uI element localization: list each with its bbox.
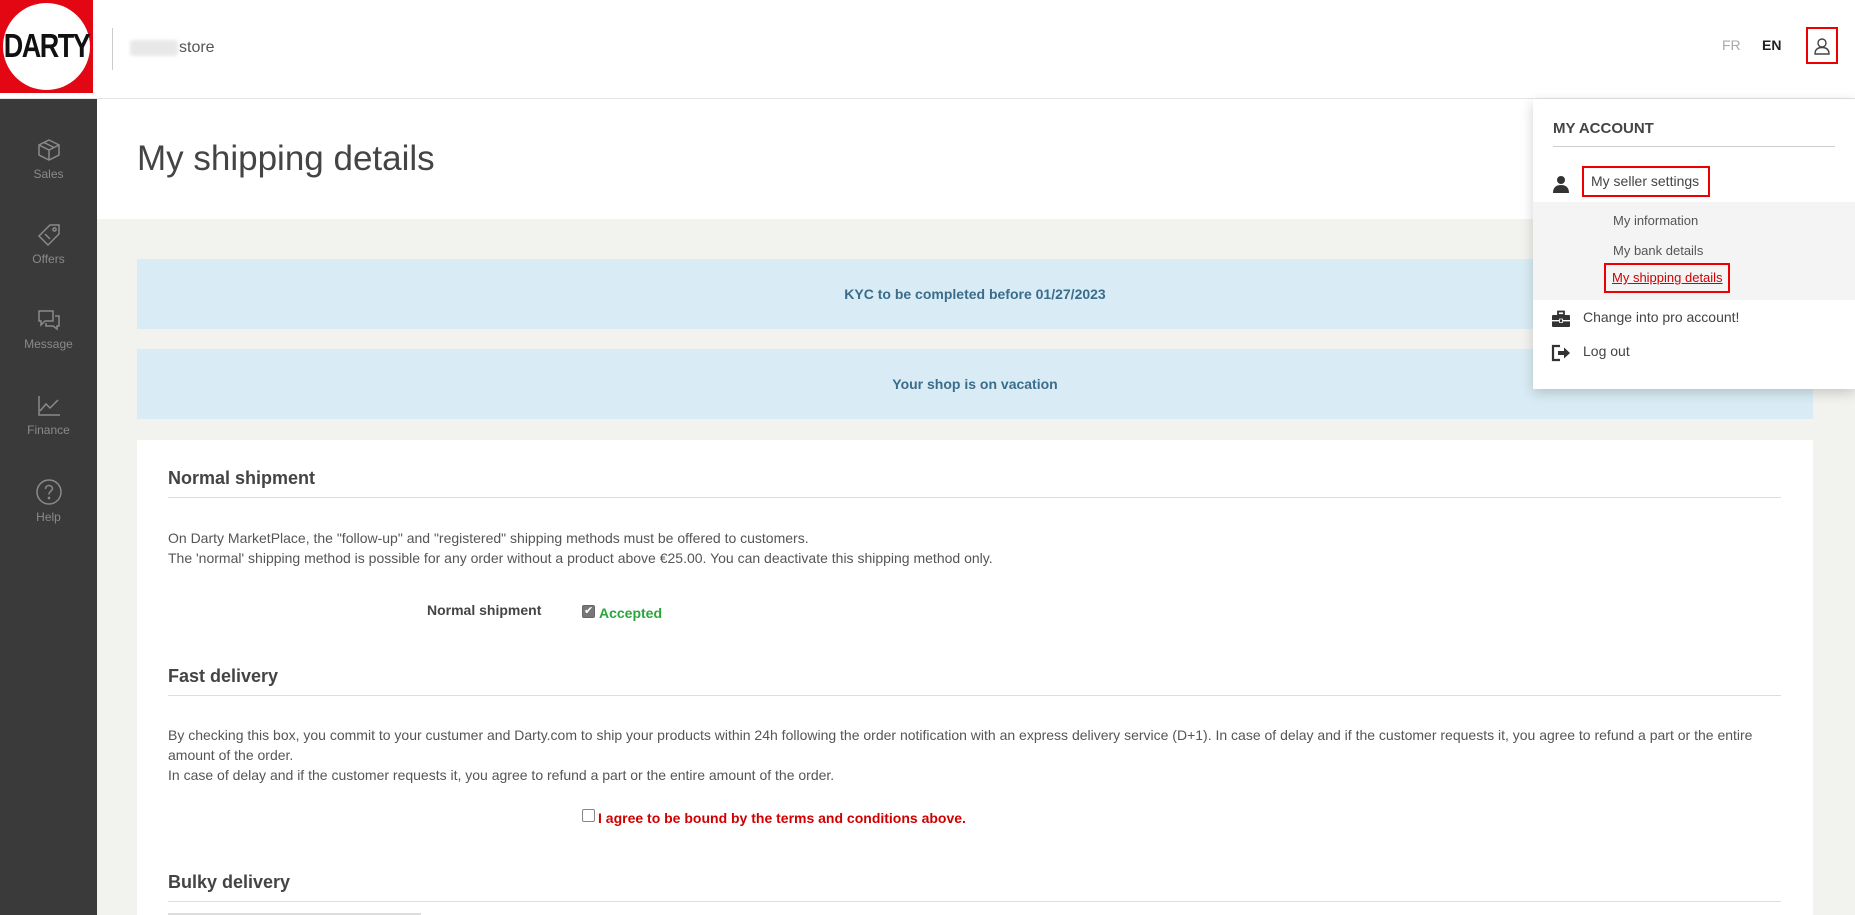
header-divider bbox=[112, 28, 113, 70]
darty-logo[interactable]: DARTY bbox=[0, 0, 93, 93]
log-out-link[interactable]: Log out bbox=[1583, 343, 1630, 359]
my-bank-details-link[interactable]: My bank details bbox=[1613, 243, 1703, 258]
section-divider bbox=[168, 497, 1781, 498]
my-seller-settings-link[interactable]: My seller settings bbox=[1582, 166, 1711, 197]
normal-shipment-label: Normal shipment bbox=[427, 602, 542, 618]
top-header: DARTY store FR EN bbox=[0, 0, 1855, 99]
section-divider bbox=[168, 901, 1781, 902]
my-information-link[interactable]: My information bbox=[1613, 213, 1698, 228]
user-icon bbox=[1814, 37, 1830, 55]
change-pro-account-link[interactable]: Change into pro account! bbox=[1583, 309, 1739, 325]
my-shipping-details-link[interactable]: My shipping details bbox=[1604, 263, 1730, 293]
tag-icon bbox=[37, 224, 60, 247]
fast-delivery-text-1: By checking this box, you commit to your… bbox=[168, 727, 1753, 763]
chat-icon bbox=[37, 310, 60, 331]
chart-icon bbox=[37, 396, 60, 416]
bulky-delivery-title: Bulky delivery bbox=[168, 872, 291, 892]
normal-shipment-title: Normal shipment bbox=[168, 468, 316, 488]
blurred-store-prefix bbox=[130, 40, 178, 56]
logo-circle: DARTY bbox=[3, 3, 91, 90]
logo-text: DARTY bbox=[3, 27, 91, 65]
briefcase-icon bbox=[1552, 310, 1570, 327]
box-icon bbox=[37, 139, 60, 161]
account-dropdown: MY ACCOUNT My seller settings My informa… bbox=[1533, 99, 1855, 389]
normal-shipment-checkbox[interactable] bbox=[582, 604, 595, 618]
sidebar-item-message[interactable]: Message bbox=[0, 307, 97, 377]
seller-settings-row[interactable]: My seller settings bbox=[1533, 166, 1855, 199]
logout-row[interactable]: Log out bbox=[1533, 338, 1855, 368]
sidebar-label-help: Help bbox=[36, 510, 61, 524]
sidebar-item-help[interactable]: Help bbox=[0, 478, 97, 548]
page-title: My shipping details bbox=[137, 139, 435, 178]
sidebar-item-offers[interactable]: Offers bbox=[0, 222, 97, 292]
agree-terms-checkbox[interactable] bbox=[582, 809, 595, 822]
lang-en-link[interactable]: EN bbox=[1762, 37, 1781, 53]
seller-settings-submenu: My information My bank details My shippi… bbox=[1533, 202, 1855, 300]
agree-terms-label[interactable]: I agree to be bound by the terms and con… bbox=[598, 810, 966, 826]
account-button[interactable] bbox=[1806, 27, 1838, 64]
sidebar-label-sales: Sales bbox=[33, 167, 64, 181]
fast-delivery-text-2: In case of delay and if the customer req… bbox=[168, 767, 835, 783]
section-divider bbox=[168, 695, 1781, 696]
dropdown-divider bbox=[1553, 146, 1835, 147]
store-name: store bbox=[179, 39, 215, 56]
person-icon bbox=[1553, 176, 1569, 193]
normal-shipment-text-1: On Darty MarketPlace, the "follow-up" an… bbox=[168, 530, 809, 546]
logout-icon bbox=[1551, 344, 1570, 362]
help-icon bbox=[35, 479, 62, 505]
accepted-status: Accepted bbox=[599, 605, 663, 621]
sidebar-label-offers: Offers bbox=[32, 252, 65, 266]
fast-delivery-title: Fast delivery bbox=[168, 666, 279, 686]
lang-fr-link[interactable]: FR bbox=[1722, 37, 1741, 53]
pro-account-row[interactable]: Change into pro account! bbox=[1533, 304, 1855, 334]
my-account-title: MY ACCOUNT bbox=[1553, 120, 1654, 137]
sidebar: Sales Offers Message Finance Help bbox=[0, 99, 97, 915]
sidebar-item-finance[interactable]: Finance bbox=[0, 393, 97, 463]
sidebar-item-sales[interactable]: Sales bbox=[0, 137, 97, 207]
sidebar-label-message: Message bbox=[24, 337, 73, 351]
sidebar-label-finance: Finance bbox=[27, 423, 70, 437]
shipping-panel: Normal shipment On Darty MarketPlace, th… bbox=[137, 440, 1813, 915]
normal-shipment-text-2: The 'normal' shipping method is possible… bbox=[168, 550, 993, 566]
